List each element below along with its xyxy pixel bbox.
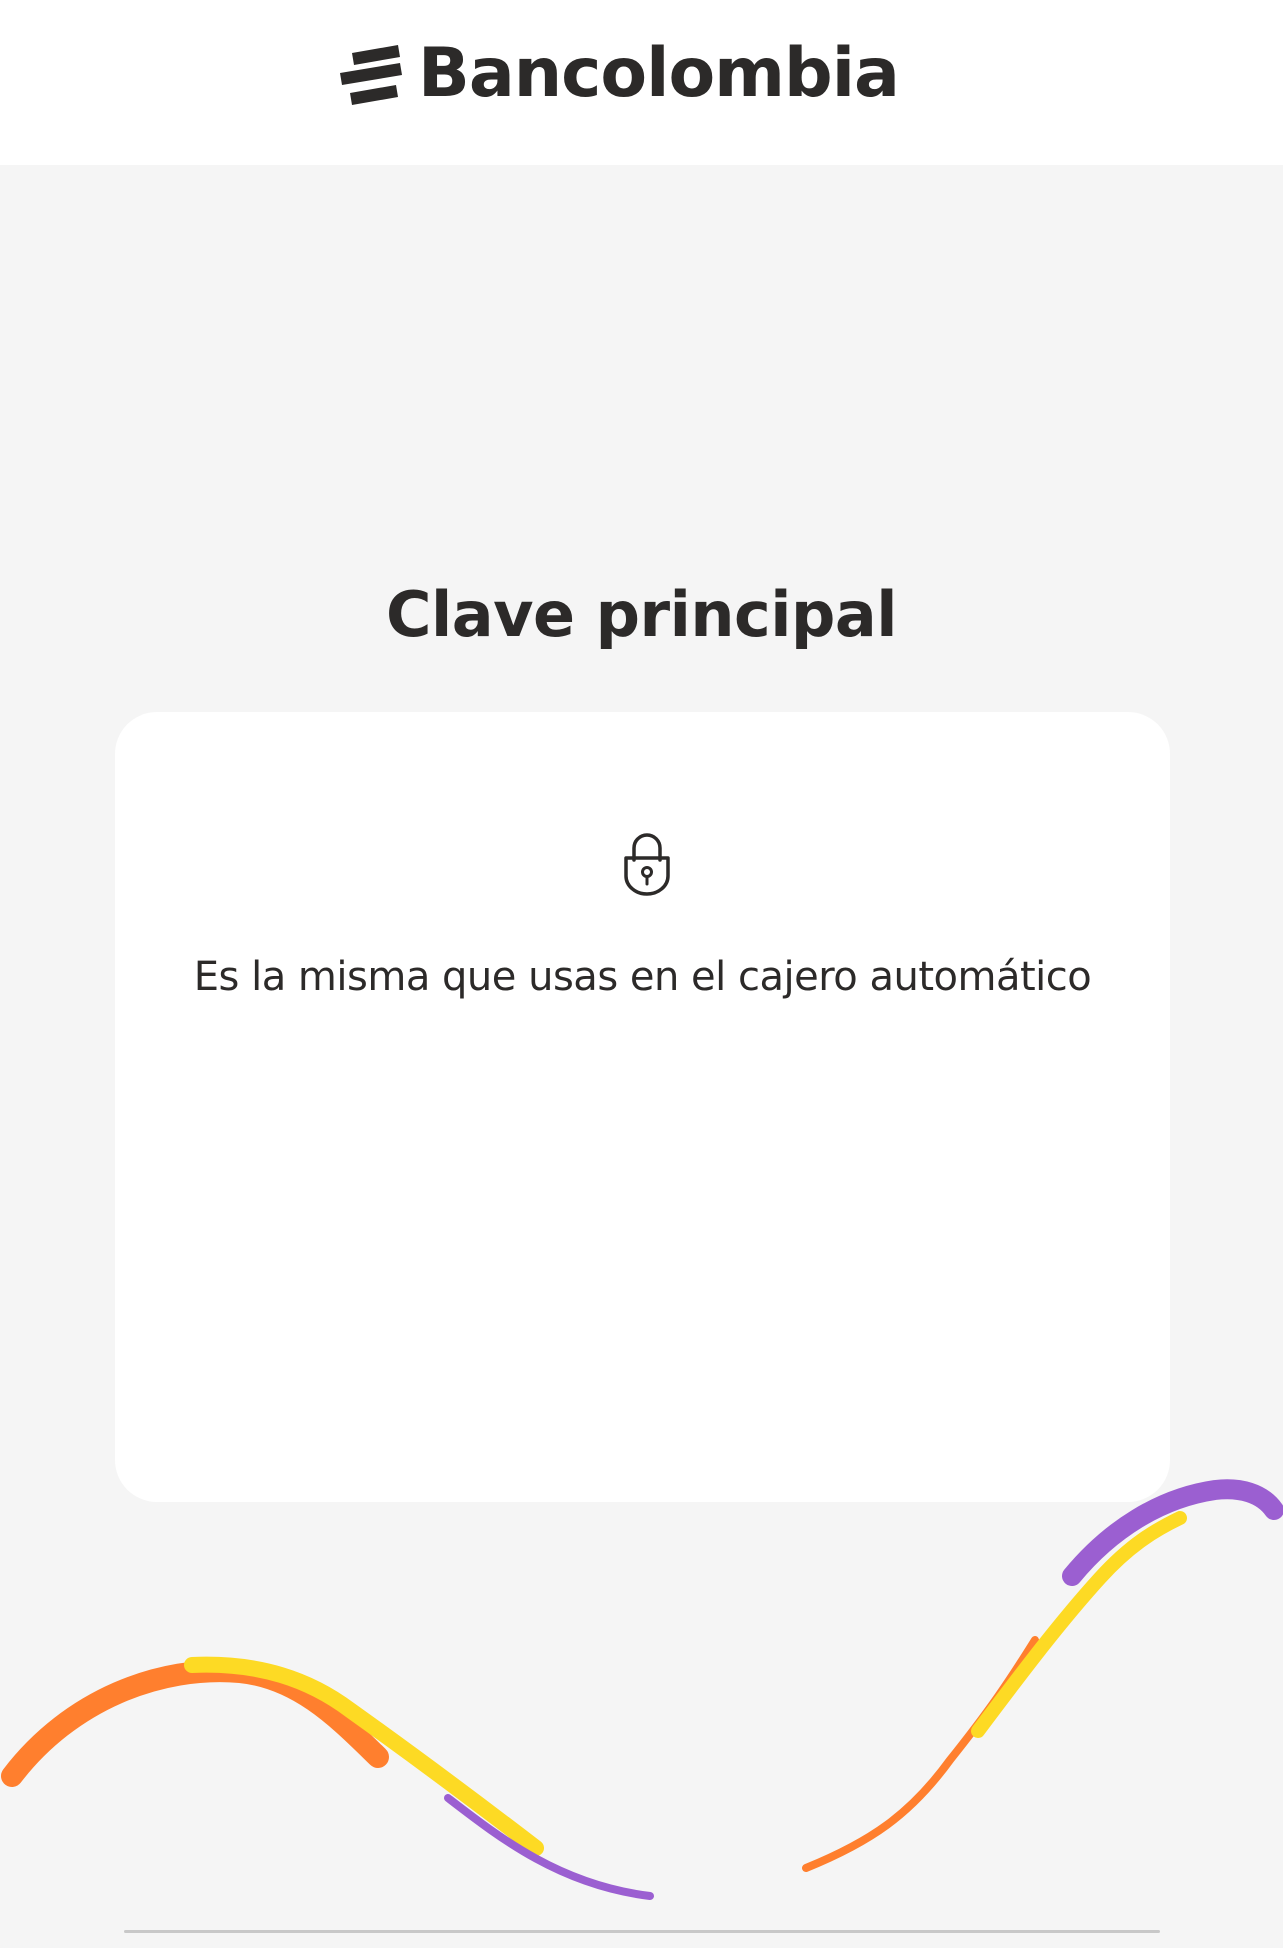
yellow-wave-left [184,1656,544,1856]
yellow-wave-right [971,1511,1187,1738]
bancolombia-mark-icon [340,45,402,105]
purple-wave-right [1062,1479,1283,1586]
login-screen: Bancolombia Clave principal Es la misma … [0,0,1283,1948]
page-title: Clave principal [386,578,897,651]
app-header: Bancolombia [0,0,1283,165]
orange-wave-right [802,1636,1039,1872]
bancolombia-logo: Bancolombia [338,34,900,113]
home-indicator [124,1930,1160,1933]
password-card: Es la misma que usas en el cajero automá… [115,712,1170,1502]
lock-icon [622,832,672,900]
orange-wave-left [1,1660,389,1787]
password-hint-text: Es la misma que usas en el cajero automá… [193,954,1092,1000]
purple-wave-left [444,1794,654,1900]
brand-name: Bancolombia [418,34,900,113]
